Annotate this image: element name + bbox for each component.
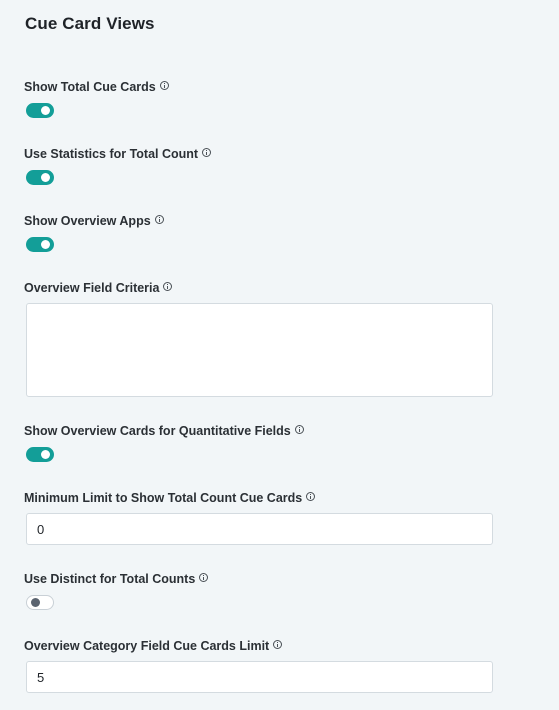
min-limit-total-count-label: Minimum Limit to Show Total Count Cue Ca… — [24, 491, 316, 505]
overview-category-limit-input[interactable]: 5 — [26, 661, 493, 693]
show-total-cue-cards-toggle[interactable] — [26, 103, 54, 118]
page-title: Cue Card Views — [25, 14, 155, 33]
show-overview-quant-toggle[interactable] — [26, 447, 54, 462]
toggle-knob — [41, 450, 50, 459]
show-total-cue-cards-label: Show Total Cue Cards — [24, 80, 169, 94]
toggle-knob — [41, 106, 50, 115]
info-icon[interactable] — [159, 81, 169, 90]
info-icon[interactable] — [294, 425, 304, 434]
info-icon[interactable] — [202, 148, 212, 157]
info-icon[interactable] — [154, 215, 164, 224]
toggle-knob — [41, 173, 50, 182]
use-statistics-toggle[interactable] — [26, 170, 54, 185]
info-icon[interactable] — [199, 573, 209, 582]
info-icon[interactable] — [306, 492, 316, 501]
overview-category-limit-label: Overview Category Field Cue Cards Limit — [24, 639, 283, 653]
show-overview-quant-label: Show Overview Cards for Quantitative Fie… — [24, 424, 304, 438]
overview-field-criteria-label: Overview Field Criteria — [24, 281, 173, 295]
min-limit-total-count-input[interactable]: 0 — [26, 513, 493, 545]
use-distinct-toggle[interactable] — [26, 595, 54, 610]
toggle-knob — [41, 240, 50, 249]
info-icon[interactable] — [273, 640, 283, 649]
toggle-knob — [31, 598, 40, 607]
use-statistics-label: Use Statistics for Total Count — [24, 147, 212, 161]
show-overview-apps-label: Show Overview Apps — [24, 214, 164, 228]
overview-field-criteria-textarea[interactable] — [26, 303, 493, 397]
show-overview-apps-toggle[interactable] — [26, 237, 54, 252]
use-distinct-label: Use Distinct for Total Counts — [24, 572, 209, 586]
info-icon[interactable] — [163, 282, 173, 291]
